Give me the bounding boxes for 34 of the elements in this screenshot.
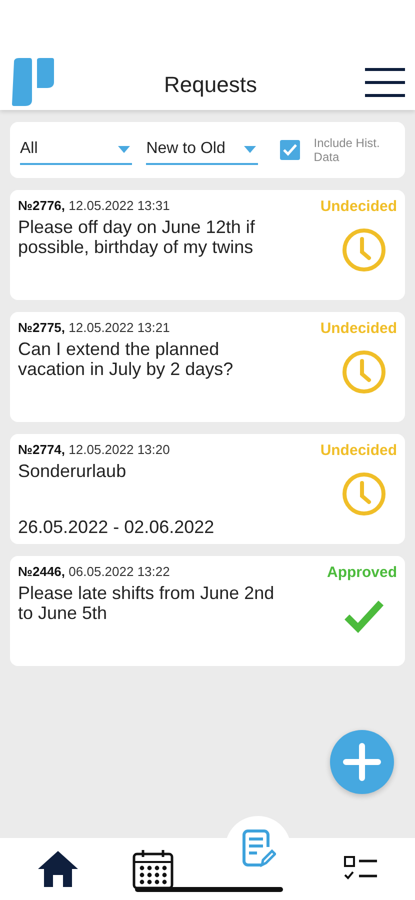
request-meta: №2446, 06.05.2022 13:22 [18, 564, 171, 579]
clock-icon [341, 471, 387, 517]
sort-dropdown[interactable]: New to Old [146, 135, 258, 165]
request-meta: №2776, 12.05.2022 13:31 [18, 198, 171, 213]
dropdown-caret-icon [244, 146, 256, 152]
nav-tab[interactable] [36, 849, 80, 889]
request-text: Please off day on June 12th if possible, birthday of my twins [18, 217, 256, 257]
request-card[interactable]: №2446, 06.05.2022 13:22 Please late shifts from June 2nd to June 5th Approved [10, 556, 405, 666]
request-text: Please late shifts from June 2nd to June 5th [18, 583, 276, 623]
status-label: Undecided [320, 320, 397, 337]
dropdown-caret-icon [118, 146, 130, 152]
request-dates: 26.05.2022 - 02.06.2022 [18, 517, 216, 538]
document-edit-icon [240, 829, 276, 869]
request-card[interactable]: №2774, 12.05.2022 13:20 Sonderurlaub 26.05.2022 - 02.06.2022 Undecided [10, 434, 405, 544]
request-meta: №2775, 12.05.2022 13:21 [18, 320, 171, 335]
checkbox-label: Include Hist. Data [314, 136, 381, 164]
status-label: Undecided [320, 442, 397, 459]
clock-icon [341, 349, 387, 395]
request-text: Sonderurlaub [18, 461, 128, 481]
page-title: Requests [164, 72, 257, 98]
status-label: Undecided [320, 198, 397, 215]
logo-icon [10, 56, 56, 108]
status-label: Approved [326, 564, 397, 581]
home-icon [36, 849, 80, 889]
type-dropdown[interactable]: All [20, 135, 132, 165]
request-card[interactable]: №2776, 12.05.2022 13:31 Please off day on June 12th if possible, birthday of my twins Undecided [10, 190, 405, 300]
checkbox[interactable] [280, 140, 300, 160]
request-text: Can I extend the planned vacation in July by 2 days? [18, 339, 234, 379]
menu-button[interactable] [364, 66, 405, 100]
plus-icon [342, 742, 382, 782]
request-meta: №2774, 12.05.2022 13:20 [18, 442, 171, 457]
add-button[interactable] [330, 730, 394, 794]
request-card[interactable]: №2775, 12.05.2022 13:21 Can I extend the planned vacation in July by 2 days? Undecided [10, 312, 405, 422]
clock-icon [341, 227, 387, 273]
